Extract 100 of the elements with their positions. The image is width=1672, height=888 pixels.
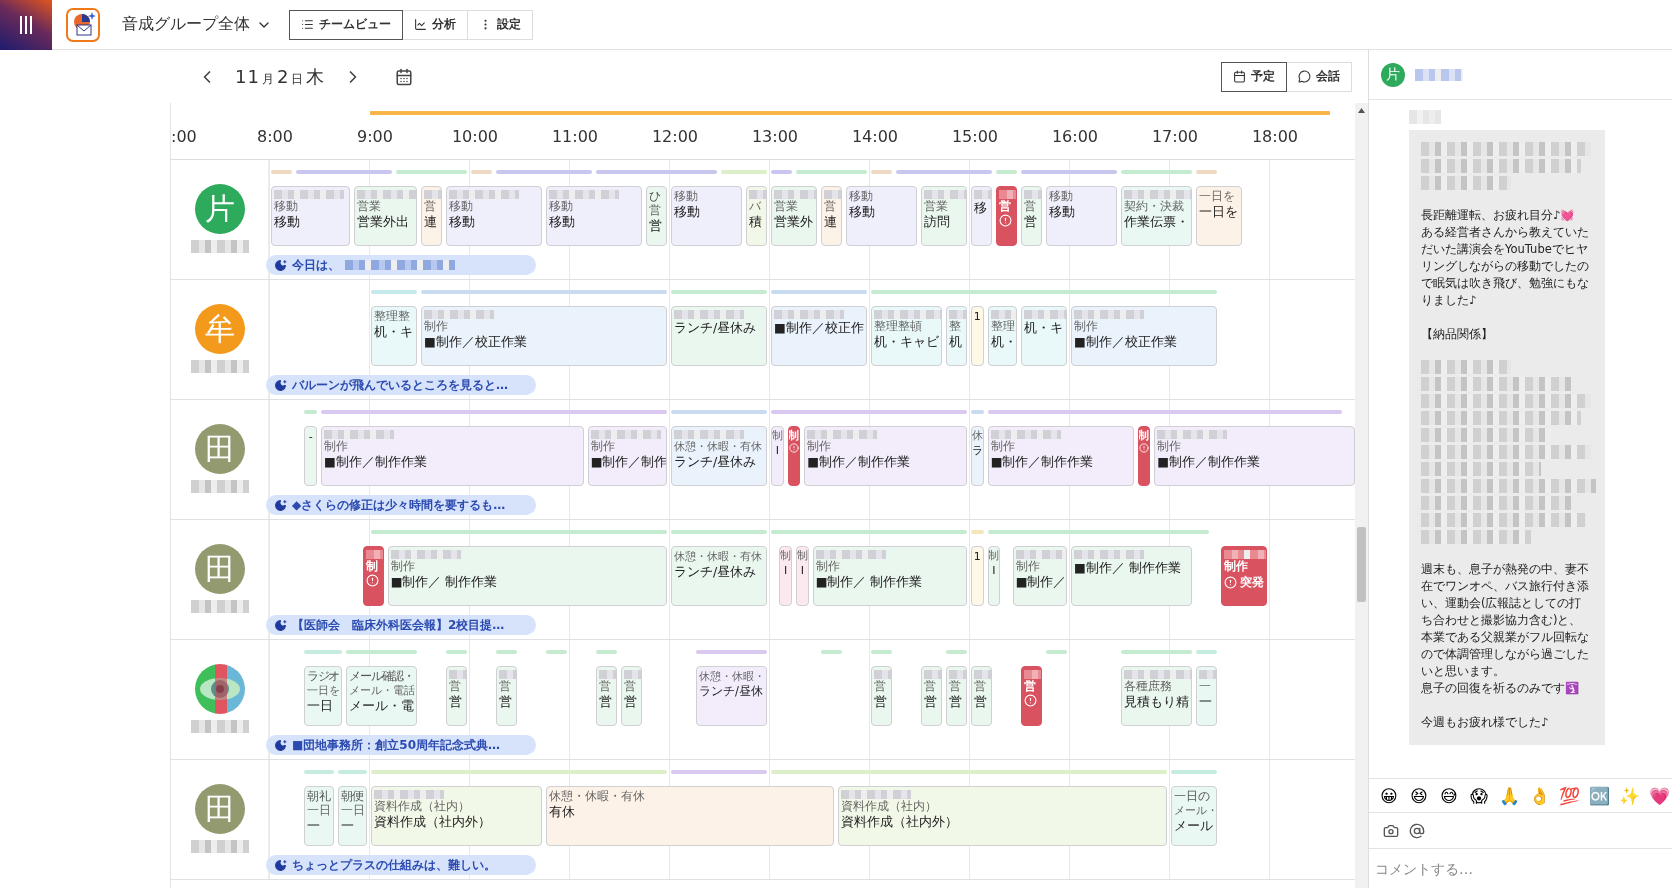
alert-event-card[interactable]: 制 <box>362 546 384 606</box>
view-tab[interactable]: チームビュー <box>289 9 403 40</box>
event-card[interactable]: 整理整 机・キ <box>371 306 417 366</box>
event-card[interactable]: 整理整頓 机・キャビ <box>871 306 942 366</box>
event-card[interactable]: ラジオ 一日を 一日 <box>304 666 342 726</box>
event-card[interactable]: 制 I <box>779 546 792 606</box>
mention-icon[interactable] <box>1409 822 1425 839</box>
event-card[interactable]: メール確認・ メール・電話 メール・電 <box>346 666 417 726</box>
event-card[interactable]: 制作 ■制作／ 制作作業 <box>387 546 667 606</box>
event-card[interactable]: 一 一 <box>1196 666 1217 726</box>
emoji-reaction[interactable]: 😱 <box>1467 785 1491 806</box>
event-card[interactable]: 制作 ■制作／制作作業 <box>321 426 584 486</box>
group-select[interactable]: 音成グループ全体 <box>118 10 276 39</box>
event-card[interactable]: 各種庶務 見積もり精 <box>1121 666 1192 726</box>
scrollbar-thumb[interactable] <box>1357 527 1366 602</box>
event-card[interactable]: - <box>304 426 317 486</box>
event-card[interactable]: 営 営 <box>446 666 467 726</box>
event-card[interactable]: 移 <box>971 186 992 246</box>
comment-bubble[interactable]: ◆さくらの修正は少々時間を要するも… <box>266 495 536 515</box>
event-card[interactable]: 一日の メール・ メール <box>1171 786 1217 846</box>
event-card[interactable]: 営 営 <box>496 666 517 726</box>
event-card[interactable]: 制作 ■制作／制作作業 <box>1154 426 1355 486</box>
event-card[interactable]: ひ 営 営 <box>646 186 667 246</box>
event-card[interactable]: 営 連 <box>421 186 442 246</box>
event-card[interactable]: 営業 営業外出 <box>354 186 417 246</box>
comment-bubble[interactable]: ■団地事務所：創立50周年記念式典… <box>266 735 536 755</box>
emoji-reaction[interactable]: 😆 <box>1407 785 1431 806</box>
event-card[interactable]: 営業 営業外 <box>771 186 817 246</box>
comment-bubble[interactable]: 【医師会 臨床外科医会報】2校目提… <box>266 615 536 635</box>
event-card[interactable]: 移動 移動 <box>446 186 542 246</box>
event-card[interactable]: 契約・決裁 作業伝票・ <box>1121 186 1192 246</box>
hour-label: 8:00 <box>256 127 294 146</box>
event-title: ■制作／ 制作作業 <box>815 574 923 589</box>
event-card[interactable]: ■制作／ 制作作業 <box>1071 546 1192 606</box>
event-card[interactable]: 整 机 <box>946 306 967 366</box>
event-card[interactable]: 一日を 一日を <box>1196 186 1242 246</box>
event-card[interactable]: 休 ラ <box>971 426 984 486</box>
comment-bubble[interactable]: 今日は、 <box>266 255 536 275</box>
event-card[interactable]: 営 営 <box>1021 186 1042 246</box>
event-card[interactable]: 営 営 <box>621 666 642 726</box>
emoji-reaction[interactable]: 💗 <box>1647 785 1671 806</box>
event-title: 移 <box>974 200 987 215</box>
event-card[interactable]: 休憩・休暇・有休 ランチ/昼休み <box>671 546 767 606</box>
event-card[interactable]: 机・キ <box>1021 306 1067 366</box>
event-card[interactable]: 制作 ■制作／ 制作作業 <box>812 546 967 606</box>
event-card[interactable]: 朝便 一日 一 <box>337 786 367 846</box>
menu-button[interactable] <box>0 0 52 50</box>
event-card[interactable]: バ 積 <box>746 186 767 246</box>
alert-event-card[interactable]: 営 <box>1021 666 1042 726</box>
event-card[interactable]: 営 営 <box>871 666 892 726</box>
event-card[interactable]: ランチ/昼休み <box>671 306 767 366</box>
event-card[interactable]: 整理 机・ <box>987 306 1017 366</box>
event-card[interactable]: 移動 移動 <box>271 186 351 246</box>
event-card[interactable]: 営 営 <box>946 666 967 726</box>
view-tab[interactable]: 分析 <box>402 9 468 40</box>
event-card[interactable]: 営 連 <box>821 186 842 246</box>
event-card[interactable]: 営 営 <box>596 666 617 726</box>
event-card[interactable]: 制作 ■制作／ <box>1012 546 1067 606</box>
event-category: 移動 <box>674 190 698 203</box>
view-toggle-button[interactable]: 予定 <box>1221 61 1287 92</box>
event-card[interactable]: 制作 ■制作／校正作業 <box>1071 306 1217 366</box>
event-card[interactable]: ■制作／校正作 <box>771 306 867 366</box>
event-card[interactable]: 制作 ■制作／校正作業 <box>421 306 667 366</box>
alert-event-card[interactable]: 営 <box>996 186 1017 246</box>
emoji-reaction[interactable]: 😅 <box>1437 785 1461 806</box>
event-card[interactable]: 移動 移動 <box>1046 186 1117 246</box>
alert-event-card[interactable]: 制作 突発 <box>1221 546 1267 606</box>
event-title: 移動 <box>449 214 475 229</box>
event-card[interactable]: 移動 移動 <box>671 186 742 246</box>
alert-event-card[interactable]: 制 <box>787 426 801 486</box>
event-card[interactable]: 制 I <box>771 426 784 486</box>
event-card[interactable]: 営業 訪問 <box>921 186 967 246</box>
event-card[interactable]: 制 I <box>987 546 1001 606</box>
emoji-reaction[interactable]: 🆗 <box>1587 785 1611 806</box>
event-title: 資料作成（社内外） <box>374 814 491 829</box>
event-card[interactable]: 営 営 <box>971 666 992 726</box>
event-card[interactable]: 制作 ■制作／制作作業 <box>804 426 967 486</box>
event-card[interactable]: 1 <box>971 546 984 606</box>
view-toggle-button[interactable]: 会話 <box>1286 61 1352 92</box>
alert-event-card[interactable]: 制 <box>1137 426 1151 486</box>
view-tab[interactable]: 設定 <box>467 9 533 40</box>
event-card[interactable]: 移動 移動 <box>846 186 917 246</box>
event-card[interactable]: 移動 移動 <box>546 186 642 246</box>
event-card[interactable]: 朝礼 一日 一 <box>304 786 334 846</box>
emoji-reaction[interactable]: 😀 <box>1377 785 1401 806</box>
event-title: メール・電 <box>349 698 414 713</box>
event-card[interactable]: 休憩・休暇・ ランチ/昼休 <box>696 666 767 726</box>
event-card[interactable]: 休憩・休暇・有休 ランチ/昼休み <box>671 426 767 486</box>
event-card[interactable]: 1 <box>971 306 984 366</box>
event-card[interactable]: 制作 ■制作／制作作業 <box>987 426 1134 486</box>
scrollbar[interactable] <box>1355 103 1368 888</box>
emoji-reaction[interactable]: 💯 <box>1557 785 1581 806</box>
event-card[interactable]: 資料作成（社内） 資料作成（社内外） <box>837 786 1167 846</box>
event-card[interactable]: 制 I <box>796 546 809 606</box>
event-card[interactable]: 休憩・休暇・有休 有休 <box>546 786 834 846</box>
camera-icon[interactable] <box>1383 822 1399 839</box>
event-card[interactable]: 営 営 <box>921 666 942 726</box>
comment-bubble[interactable]: ちょっとプラスの仕組みは、難しい。 <box>266 855 536 875</box>
comment-bubble[interactable]: バルーンが飛んでいるところを見ると… <box>266 375 536 395</box>
event-card[interactable]: 資料作成（社内） 資料作成（社内外） <box>371 786 542 846</box>
